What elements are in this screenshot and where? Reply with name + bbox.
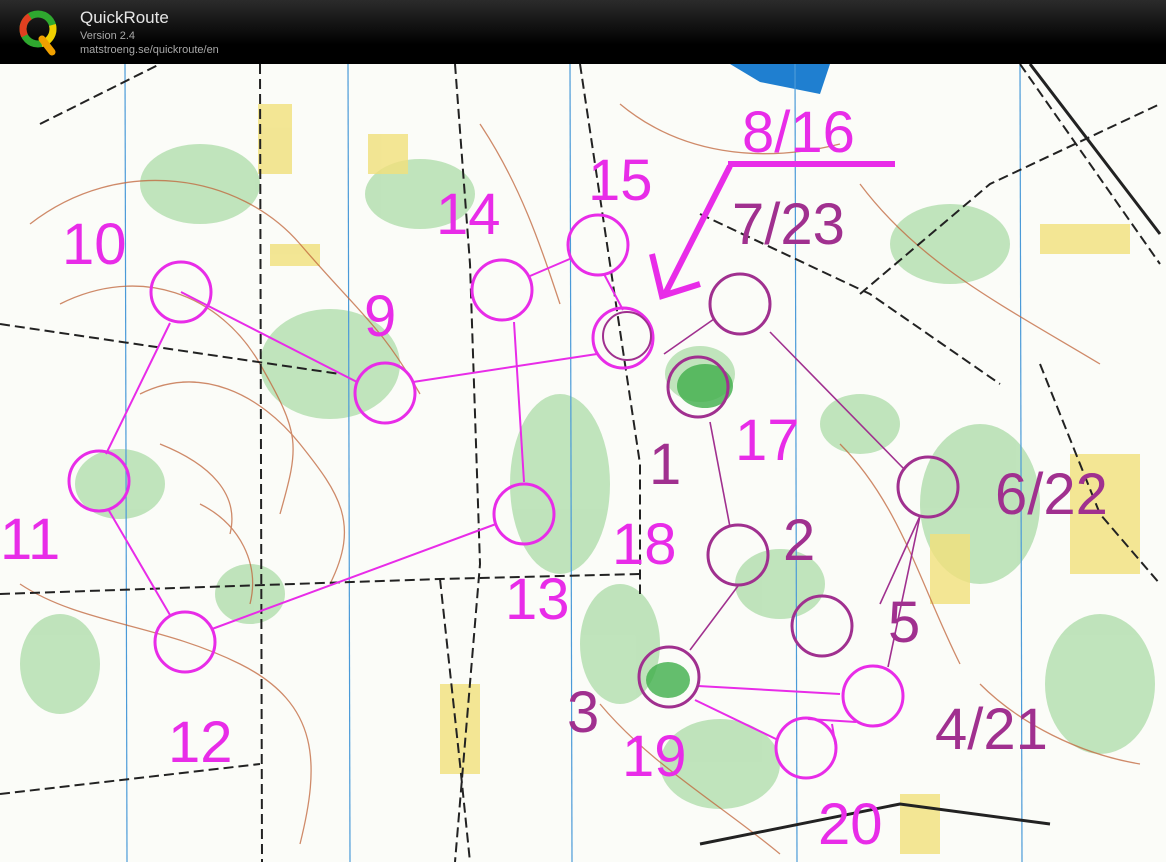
map-canvas[interactable]: 1 2 3 4/21 5 6/22 7/23 8/16 9 10 11 12 1… bbox=[0, 64, 1166, 862]
control-label: 5 bbox=[888, 590, 920, 655]
control-label: 19 bbox=[622, 724, 687, 789]
control-label: 7/23 bbox=[732, 192, 845, 257]
orienteering-map[interactable]: 1 2 3 4/21 5 6/22 7/23 8/16 9 10 11 12 1… bbox=[0, 64, 1166, 862]
control-label: 20 bbox=[818, 792, 883, 857]
control-label: 2 bbox=[783, 508, 815, 573]
quickroute-logo-icon bbox=[19, 10, 57, 56]
control-label: 17 bbox=[735, 408, 800, 473]
control-label: 6/22 bbox=[995, 462, 1108, 527]
app-url[interactable]: matstroeng.se/quickroute/en bbox=[80, 44, 219, 56]
control-label: 13 bbox=[505, 567, 570, 632]
app-header: QuickRoute Version 2.4 matstroeng.se/qui… bbox=[0, 0, 1166, 64]
control-label: 18 bbox=[612, 512, 677, 577]
app-version: Version 2.4 bbox=[80, 30, 136, 42]
app-title: QuickRoute bbox=[80, 8, 169, 27]
control-label: 12 bbox=[168, 710, 233, 775]
control-label: 8/16 bbox=[742, 100, 855, 165]
control-label: 11 bbox=[0, 507, 60, 572]
control-label: 10 bbox=[62, 212, 127, 277]
control-label: 4/21 bbox=[935, 697, 1048, 762]
control-label: 3 bbox=[567, 680, 599, 745]
control-label: 14 bbox=[436, 182, 501, 247]
control-label: 1 bbox=[649, 432, 681, 497]
control-label: 9 bbox=[364, 284, 396, 349]
control-label: 15 bbox=[588, 148, 653, 213]
